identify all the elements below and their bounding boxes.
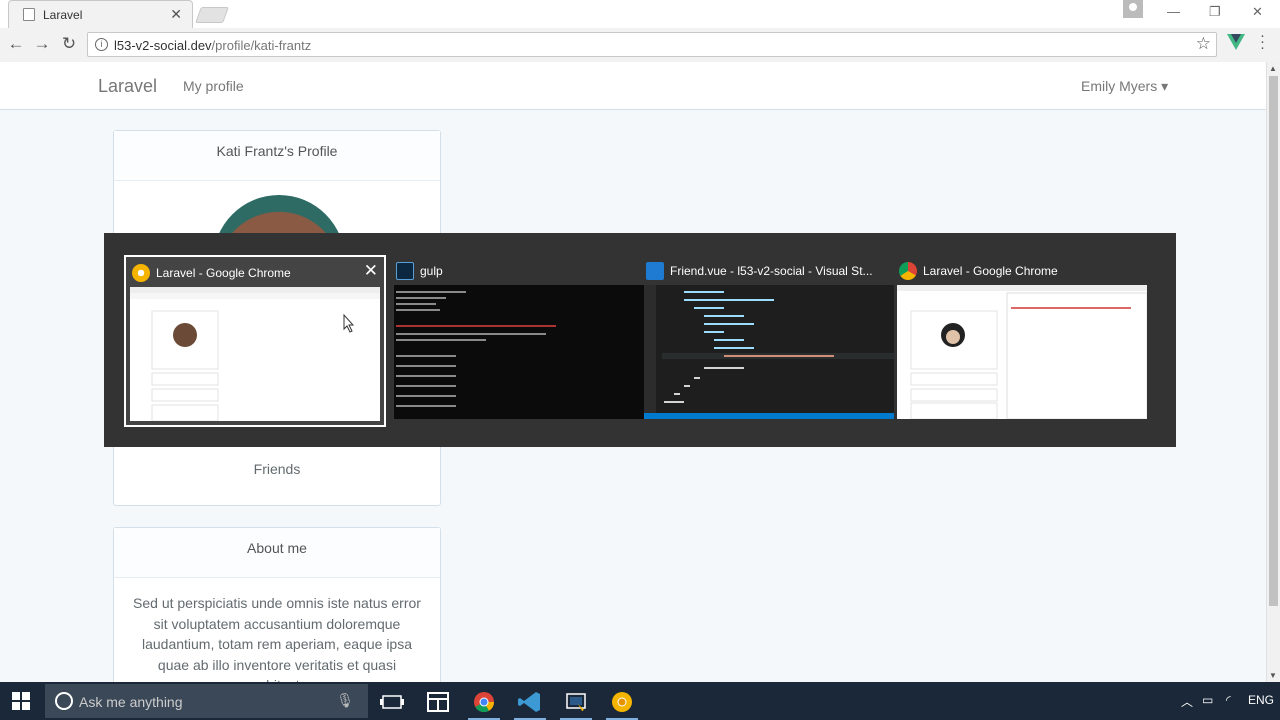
caret-down-icon: ▾ — [1161, 78, 1169, 94]
tray-chevron-icon[interactable]: ︿ — [1181, 693, 1193, 710]
switcher-window-vscode[interactable]: Friend.vue - l53-v2-social - Visual St..… — [640, 255, 902, 427]
task-view-button[interactable] — [372, 686, 412, 718]
url-text: l53-v2-social.dev/profile/kati-frantz — [114, 38, 311, 53]
browser-chrome: Laravel ✕ — ❐ ✕ ← → ↻ i l53-v2-social.de… — [0, 0, 1280, 62]
cortana-icon — [55, 692, 73, 710]
vue-devtools-icon[interactable] — [1227, 34, 1245, 50]
task-view-icon — [380, 695, 404, 709]
microphone-icon[interactable]: 🎙 — [336, 692, 354, 709]
switcher-window-gulp[interactable]: gulp — [390, 255, 652, 427]
chrome-icon — [474, 692, 495, 713]
switcher-title: Laravel - Google Chrome — [899, 262, 1058, 280]
search-placeholder: Ask me anything — [79, 694, 183, 710]
window-app-icon — [427, 692, 449, 712]
tab-strip: Laravel ✕ — ❐ ✕ — [0, 0, 1280, 28]
windows-start-icon[interactable] — [12, 692, 30, 710]
taskbar-chrome-canary[interactable] — [602, 686, 642, 720]
window-thumbnail — [897, 285, 1147, 419]
switcher-title: gulp — [396, 262, 443, 280]
wifi-icon[interactable]: ◜ — [1226, 693, 1231, 707]
tab-title: Laravel — [43, 8, 83, 22]
thumbnail-preview — [897, 285, 1147, 419]
profile-icon[interactable] — [1123, 0, 1143, 18]
minimize-icon[interactable]: — — [1167, 4, 1180, 19]
window-thumbnail — [130, 287, 380, 421]
vscode-icon — [646, 262, 664, 280]
address-bar[interactable]: i l53-v2-social.dev/profile/kati-frantz … — [87, 32, 1217, 57]
page-icon — [23, 8, 35, 21]
url-host: l53-v2-social.dev — [114, 38, 212, 53]
window-title: Friend.vue - l53-v2-social - Visual St..… — [670, 264, 873, 278]
user-dropdown[interactable]: Emily Myers ▾ — [1081, 78, 1168, 95]
page-scrollbar[interactable]: ▲ ▼ — [1266, 62, 1280, 682]
info-icon[interactable]: i — [95, 38, 108, 51]
switcher-title: Friend.vue - l53-v2-social - Visual St..… — [646, 262, 873, 280]
reload-icon[interactable]: ↻ — [59, 34, 79, 54]
about-panel: About me Sed ut perspiciatis unde omnis … — [113, 527, 441, 697]
window-thumbnail — [394, 285, 644, 419]
taskbar-app-store[interactable] — [418, 686, 458, 718]
chrome-canary-icon — [612, 692, 632, 712]
browser-tab[interactable]: Laravel ✕ — [8, 0, 193, 28]
switcher-title: Laravel - Google Chrome — [132, 264, 291, 282]
switcher-window-chrome[interactable]: Laravel - Google Chrome — [893, 255, 1155, 427]
window-title: Laravel - Google Chrome — [923, 264, 1058, 278]
bookmark-star-icon[interactable]: ☆ — [1196, 34, 1211, 54]
thumbnail-preview — [396, 291, 556, 407]
taskbar-terminal[interactable] — [556, 686, 596, 720]
nav-link-my-profile[interactable]: My profile — [183, 78, 244, 94]
language-indicator[interactable]: ENG — [1248, 693, 1274, 707]
battery-icon[interactable]: ▭ — [1202, 693, 1213, 707]
scroll-up-icon[interactable]: ▲ — [1269, 64, 1277, 73]
browser-toolbar: ← → ↻ i l53-v2-social.dev/profile/kati-f… — [0, 28, 1280, 62]
site-navbar: Laravel My profile Emily Myers ▾ — [0, 62, 1266, 110]
window-close-icon[interactable]: ✕ — [1252, 4, 1263, 20]
back-icon[interactable]: ← — [6, 34, 26, 54]
user-name: Emily Myers — [1081, 78, 1158, 94]
chrome-icon — [899, 262, 917, 280]
url-path: /profile/kati-frantz — [211, 38, 312, 53]
switcher-window-chrome-canary[interactable]: Laravel - Google Chrome ✕ — [124, 255, 386, 427]
terminal-icon — [396, 262, 414, 280]
taskbar-chrome[interactable] — [464, 686, 504, 720]
browser-menu-icon[interactable]: · · · — [1260, 28, 1266, 55]
thumbnail-preview — [130, 287, 380, 421]
close-tab-icon[interactable]: ✕ — [170, 6, 182, 23]
new-tab-button[interactable] — [195, 7, 229, 23]
search-input[interactable]: Ask me anything 🎙 — [45, 684, 368, 718]
taskbar-vscode[interactable] — [510, 686, 550, 720]
window-title: gulp — [420, 264, 443, 278]
brand-link[interactable]: Laravel — [98, 76, 157, 97]
window-thumbnail — [644, 285, 894, 419]
vscode-icon — [518, 692, 540, 712]
taskbar: Ask me anything 🎙 ︿ ▭ ◜ ENG — [0, 682, 1280, 720]
terminal-icon — [566, 693, 586, 711]
task-switcher: Laravel - Google Chrome ✕ gulp Friend.vu… — [104, 233, 1176, 447]
about-heading: About me — [114, 528, 440, 578]
scrollbar-thumb[interactable] — [1269, 76, 1278, 606]
profile-heading: Kati Frantz's Profile — [114, 131, 440, 181]
friends-label[interactable]: Friends — [114, 461, 440, 477]
close-icon[interactable]: ✕ — [364, 261, 378, 281]
restore-icon[interactable]: ❐ — [1209, 4, 1221, 20]
window-title: Laravel - Google Chrome — [156, 266, 291, 280]
forward-icon[interactable]: → — [32, 34, 52, 54]
chrome-canary-icon — [132, 264, 150, 282]
scroll-down-icon[interactable]: ▼ — [1269, 671, 1277, 680]
thumbnail-preview — [644, 285, 894, 419]
